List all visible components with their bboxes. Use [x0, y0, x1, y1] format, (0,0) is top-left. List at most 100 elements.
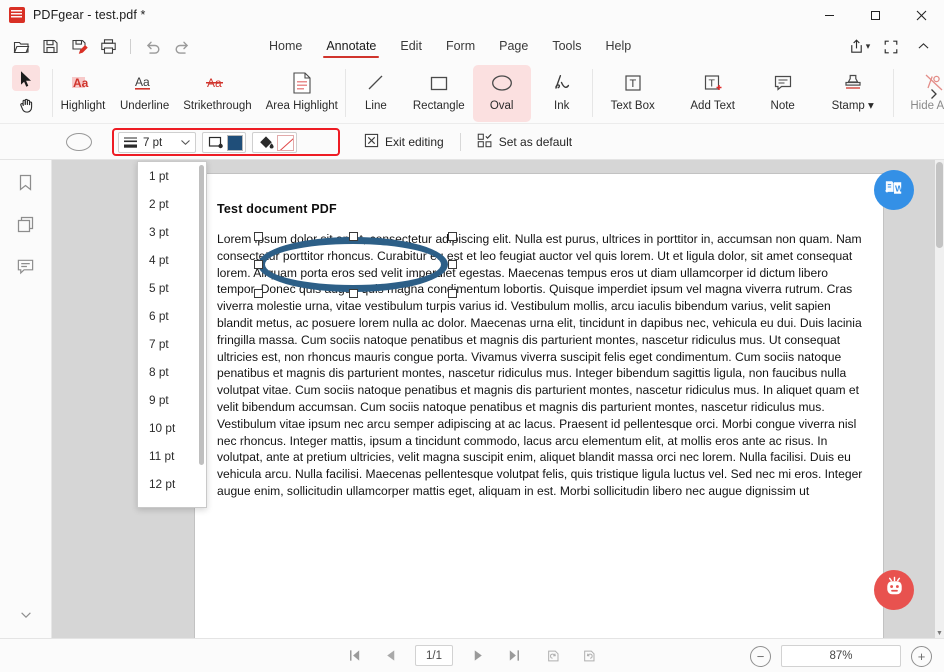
- dropdown-scrollbar[interactable]: [199, 165, 204, 504]
- stroke-color-control[interactable]: [202, 132, 246, 153]
- thickness-option[interactable]: 4 pt: [138, 246, 200, 274]
- thickness-option[interactable]: 11 pt: [138, 442, 200, 470]
- viewer-scrollbar-thumb[interactable]: [936, 162, 943, 248]
- undo-icon[interactable]: [140, 34, 166, 60]
- resize-handle-e[interactable]: [448, 260, 457, 269]
- scroll-down-arrow[interactable]: ▼: [935, 628, 944, 638]
- collapse-ribbon-icon[interactable]: [908, 34, 938, 60]
- sidebar-expand[interactable]: [0, 598, 52, 632]
- rectangle-tool[interactable]: Rectangle: [407, 65, 471, 122]
- thickness-option[interactable]: 6 pt: [138, 302, 200, 330]
- chevron-down-icon[interactable]: [9, 598, 43, 632]
- prev-page-icon[interactable]: [379, 645, 401, 667]
- exit-editing-label: Exit editing: [385, 135, 444, 149]
- tab-annotate[interactable]: Annotate: [315, 33, 387, 60]
- zoom-level-input[interactable]: 87%: [781, 645, 901, 667]
- zoom-out-button[interactable]: −: [750, 646, 771, 667]
- pdf-to-word-button[interactable]: W: [874, 170, 914, 210]
- stamp-tool[interactable]: Stamp ▾: [814, 65, 892, 122]
- open-file-icon[interactable]: [8, 34, 34, 60]
- last-page-icon[interactable]: [503, 645, 525, 667]
- highlight-label: Highlight: [61, 100, 106, 113]
- chevron-down-icon[interactable]: [175, 133, 195, 152]
- sidebar-item-comments[interactable]: [9, 252, 43, 286]
- thickness-option[interactable]: 1 pt: [138, 162, 200, 190]
- pan-tool-button[interactable]: [12, 92, 40, 118]
- first-page-icon[interactable]: [343, 645, 365, 667]
- no-fill-swatch[interactable]: [277, 135, 294, 151]
- resize-handle-ne[interactable]: [448, 232, 457, 241]
- tab-home[interactable]: Home: [258, 33, 313, 60]
- area-highlight-tool[interactable]: Area Highlight: [260, 65, 344, 122]
- select-tool-button[interactable]: [12, 65, 40, 91]
- stroke-color-swatch[interactable]: [227, 135, 243, 151]
- thickness-option[interactable]: 12 pt: [138, 470, 200, 498]
- maximize-button[interactable]: [852, 0, 898, 30]
- highlight-tool[interactable]: Aa Highlight: [54, 65, 112, 122]
- thickness-option[interactable]: 2 pt: [138, 190, 200, 218]
- underline-tool[interactable]: Aa Underline: [114, 65, 175, 122]
- pdfgear-window: PDFgear - test.pdf *: [0, 0, 944, 672]
- tab-page[interactable]: Page: [488, 33, 539, 60]
- oval-annotation[interactable]: [258, 237, 448, 292]
- zoom-in-button[interactable]: +: [911, 646, 932, 667]
- thickness-option[interactable]: 10 pt: [138, 414, 200, 442]
- tab-edit[interactable]: Edit: [389, 33, 433, 60]
- dropdown-scrollbar-thumb[interactable]: [199, 165, 204, 465]
- rotate-left-icon[interactable]: [543, 645, 565, 667]
- set-as-default-button[interactable]: Set as default: [469, 129, 580, 155]
- sidebar-item-bookmarks[interactable]: [9, 168, 43, 202]
- print-icon[interactable]: [95, 34, 121, 60]
- resize-handle-w[interactable]: [254, 260, 263, 269]
- thickness-option[interactable]: 3 pt: [138, 218, 200, 246]
- sidebar-item-thumbnails[interactable]: [9, 210, 43, 244]
- minimize-button[interactable]: [806, 0, 852, 30]
- exit-editing-button[interactable]: Exit editing: [356, 129, 452, 155]
- resize-handle-sw[interactable]: [254, 289, 263, 298]
- line-tool[interactable]: Line: [347, 65, 405, 122]
- thickness-selector[interactable]: 7 pt: [118, 132, 196, 153]
- thickness-options-list: 1 pt 2 pt 3 pt 4 pt 5 pt 6 pt 7 pt 8 pt …: [138, 162, 200, 507]
- rectangle-icon: [427, 69, 451, 97]
- tab-help[interactable]: Help: [595, 33, 643, 60]
- save-icon[interactable]: [37, 34, 63, 60]
- share-icon[interactable]: ▾: [844, 34, 874, 60]
- stroke-color-icon[interactable]: [205, 133, 227, 152]
- fill-color-icon[interactable]: [255, 133, 277, 152]
- thickness-option[interactable]: 8 pt: [138, 358, 200, 386]
- tab-tools[interactable]: Tools: [541, 33, 592, 60]
- resize-handle-n[interactable]: [349, 232, 358, 241]
- underline-label: Underline: [120, 100, 169, 113]
- close-button[interactable]: [898, 0, 944, 30]
- thickness-option[interactable]: 5 pt: [138, 274, 200, 302]
- resize-handle-s[interactable]: [349, 289, 358, 298]
- oval-label: Oval: [490, 100, 514, 113]
- resize-handle-se[interactable]: [448, 289, 457, 298]
- redo-icon[interactable]: [169, 34, 195, 60]
- pdfgear-logo-icon: [9, 7, 25, 23]
- thickness-dropdown-menu[interactable]: 1 pt 2 pt 3 pt 4 pt 5 pt 6 pt 7 pt 8 pt …: [137, 161, 207, 508]
- text-box-tool[interactable]: T Text Box: [594, 65, 672, 122]
- tab-form[interactable]: Form: [435, 33, 486, 60]
- line-thickness-icon: [119, 133, 141, 152]
- ai-assistant-button[interactable]: [874, 570, 914, 610]
- oval-tool[interactable]: Oval: [473, 65, 531, 122]
- strikethrough-tool[interactable]: Aa Strikethrough: [177, 65, 257, 122]
- ink-tool[interactable]: Ink: [533, 65, 591, 122]
- save-as-icon[interactable]: [66, 34, 92, 60]
- thickness-option[interactable]: 7 pt: [138, 330, 200, 358]
- next-page-icon[interactable]: [467, 645, 489, 667]
- rotate-right-icon[interactable]: [579, 645, 601, 667]
- pdf-page[interactable]: Test document PDF Lorem ipsum dolor sit …: [194, 173, 884, 638]
- fullscreen-icon[interactable]: [876, 34, 906, 60]
- thickness-option[interactable]: 9 pt: [138, 386, 200, 414]
- note-label: Note: [771, 100, 795, 113]
- ribbon-overflow-button[interactable]: [926, 85, 942, 103]
- note-tool[interactable]: Note: [754, 65, 812, 122]
- fill-color-control[interactable]: [252, 132, 297, 153]
- page-number-input[interactable]: 1/1: [415, 645, 453, 666]
- viewer-scrollbar[interactable]: ▲ ▼: [935, 160, 944, 638]
- line-icon: [364, 69, 388, 97]
- resize-handle-nw[interactable]: [254, 232, 263, 241]
- add-text-tool[interactable]: T Add Text: [674, 65, 752, 122]
